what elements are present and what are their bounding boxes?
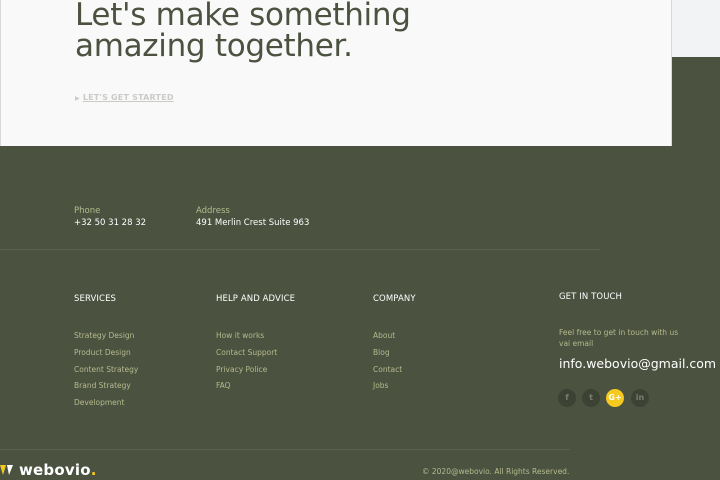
services-link[interactable]: Content Strategy	[74, 365, 138, 374]
help-link[interactable]: How it works	[216, 331, 264, 340]
phone-value: +32 50 31 28 32	[74, 218, 147, 228]
get-in-touch-title: GET IN TOUCH	[559, 292, 623, 302]
company-link[interactable]: About	[373, 331, 395, 340]
email-link[interactable]: info.webovio@gmail.com	[559, 356, 716, 371]
linkedin-icon[interactable]: in	[631, 389, 649, 407]
get-started-link[interactable]: ▶ LET'S GET STARTED	[75, 93, 174, 102]
company-link[interactable]: Contact	[373, 365, 402, 374]
get-in-touch-text: Feel free to get in touch with us vai em…	[559, 328, 679, 348]
help-title: HELP AND ADVICE	[216, 294, 296, 304]
cta-card: Let's make something amazing together. ▶ L…	[0, 0, 672, 146]
address-value: 491 Merlin Crest Suite 963	[196, 218, 310, 228]
company-link[interactable]: Jobs	[373, 381, 388, 390]
google-plus-icon[interactable]: G+	[606, 389, 624, 407]
services-link[interactable]: Brand Strategy	[74, 381, 131, 390]
play-triangle-icon: ▶	[75, 95, 80, 102]
facebook-icon[interactable]: f	[558, 389, 576, 407]
twitter-icon[interactable]: t	[582, 389, 600, 407]
cta-title: Let's make something amazing together.	[75, 0, 411, 64]
services-link[interactable]: Strategy Design	[74, 331, 134, 340]
services-link[interactable]: Development	[74, 398, 125, 407]
section-divider	[0, 249, 600, 250]
help-link[interactable]: FAQ	[216, 381, 231, 390]
help-link[interactable]: Contact Support	[216, 348, 277, 357]
help-link[interactable]: Privacy Police	[216, 365, 267, 374]
services-link[interactable]: Product Design	[74, 348, 131, 357]
copyright-text: © 2020@webovio. All Rights Reserved.	[422, 467, 570, 476]
company-title: COMPANY	[373, 294, 416, 304]
bottom-divider	[0, 449, 570, 450]
brand-name: webovio.	[19, 461, 97, 479]
phone-label: Phone	[74, 206, 101, 216]
services-title: SERVICES	[74, 294, 117, 304]
logo-mark-icon	[0, 465, 13, 475]
company-link[interactable]: Blog	[373, 348, 390, 357]
address-label: Address	[196, 206, 230, 216]
